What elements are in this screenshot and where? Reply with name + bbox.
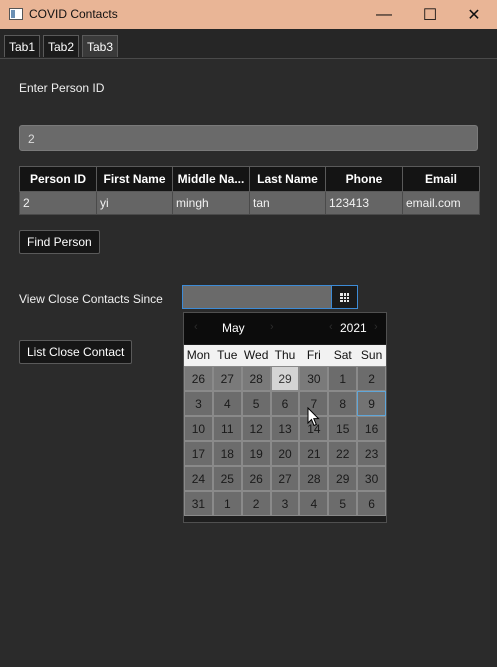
next-month-icon[interactable]: › [270, 321, 274, 333]
day-cell[interactable]: 25 [212, 466, 242, 491]
person-table: Person ID First Name Middle Na... Last N… [19, 166, 480, 215]
minimize-button[interactable]: — [361, 0, 407, 29]
day-cell[interactable]: 4 [212, 391, 242, 416]
day-cell[interactable]: 19 [241, 441, 271, 466]
day-cell[interactable]: 5 [328, 491, 358, 516]
day-cell[interactable]: 8 [328, 391, 358, 416]
day-cell[interactable]: 20 [270, 441, 300, 466]
weekday-fri: Fri [306, 348, 321, 362]
since-date-label: View Close Contacts Since [19, 292, 163, 306]
day-cell[interactable]: 16 [357, 416, 387, 441]
day-cell-selected[interactable]: 9 [357, 391, 387, 416]
day-cell[interactable]: 30 [299, 366, 329, 391]
day-cell[interactable]: 11 [212, 416, 242, 441]
day-cell[interactable]: 13 [270, 416, 300, 441]
weekday-thu: Thu [274, 348, 296, 362]
day-cell[interactable]: 3 [270, 491, 300, 516]
day-cell[interactable]: 4 [299, 491, 329, 516]
cell-phone: 123413 [325, 191, 403, 215]
next-year-icon[interactable]: › [374, 321, 378, 333]
day-cell[interactable]: 22 [328, 441, 358, 466]
mouse-pointer-icon [307, 407, 320, 427]
day-cell[interactable]: 1 [212, 491, 242, 516]
calendar-week: 10 11 12 13 14 15 16 [184, 416, 387, 441]
column-header-phone[interactable]: Phone [325, 166, 403, 192]
calendar-week: 31 1 2 3 4 5 6 [184, 491, 387, 516]
day-cell[interactable]: 5 [241, 391, 271, 416]
cell-person-id: 2 [19, 191, 97, 215]
tab-2[interactable]: Tab2 [43, 35, 80, 57]
day-cell[interactable]: 1 [328, 366, 358, 391]
day-cell[interactable]: 6 [357, 491, 387, 516]
day-cell[interactable]: 28 [241, 366, 271, 391]
column-header-first-name[interactable]: First Name [96, 166, 173, 192]
column-header-person-id[interactable]: Person ID [19, 166, 97, 192]
cell-first-name: yi [96, 191, 173, 215]
calendar-week: 17 18 19 20 21 22 23 [184, 441, 387, 466]
find-person-button[interactable]: Find Person [19, 230, 100, 254]
column-header-email[interactable]: Email [402, 166, 480, 192]
day-cell[interactable]: 23 [357, 441, 387, 466]
maximize-button[interactable]: ☐ [407, 0, 453, 29]
calendar-week: 26 27 28 29 30 1 2 [184, 366, 387, 391]
year-label: 2021 [340, 321, 367, 335]
weekday-sat: Sat [333, 348, 352, 362]
calendar-header: ‹ May › ‹ 2021 › [184, 313, 386, 344]
list-close-contact-button[interactable]: List Close Contact [19, 340, 133, 364]
person-id-input[interactable]: 2 [19, 125, 478, 151]
day-cell[interactable]: 27 [212, 366, 242, 391]
day-cell[interactable]: 2 [357, 366, 387, 391]
day-cell[interactable]: 24 [184, 466, 213, 491]
month-label: May [222, 321, 245, 335]
day-cell[interactable]: 3 [184, 391, 213, 416]
weekday-sun: Sun [360, 348, 383, 362]
day-cell[interactable]: 6 [270, 391, 300, 416]
day-cell[interactable]: 26 [184, 366, 213, 391]
weekday-mon: Mon [186, 348, 211, 362]
tab-3[interactable]: Tab3 [82, 35, 119, 57]
table-row[interactable]: 2 yi mingh tan 123413 email.com [19, 191, 480, 215]
day-cell[interactable]: 18 [212, 441, 242, 466]
weekday-header: Mon Tue Wed Thu Fri Sat Sun [184, 345, 386, 366]
day-cell[interactable]: 2 [241, 491, 271, 516]
day-cell[interactable]: 21 [299, 441, 329, 466]
day-cell[interactable]: 30 [357, 466, 387, 491]
calendar-icon [340, 292, 349, 302]
day-cell[interactable]: 26 [241, 466, 271, 491]
cell-middle-name: mingh [172, 191, 250, 215]
day-cell-today[interactable]: 29 [270, 366, 300, 391]
calendar-week: 3 4 5 6 7 8 9 [184, 391, 387, 416]
day-cell[interactable]: 15 [328, 416, 358, 441]
day-grid: 26 27 28 29 30 1 2 3 4 5 6 7 8 9 10 11 1… [184, 366, 387, 516]
previous-month-icon[interactable]: ‹ [194, 321, 198, 333]
since-date-input[interactable] [182, 285, 331, 309]
day-cell[interactable]: 28 [299, 466, 329, 491]
day-cell[interactable]: 12 [241, 416, 271, 441]
calendar-week: 24 25 26 27 28 29 30 [184, 466, 387, 491]
title-bar: COVID Contacts — ☐ ✕ [0, 0, 497, 29]
column-header-last-name[interactable]: Last Name [249, 166, 326, 192]
close-button[interactable]: ✕ [451, 0, 497, 29]
day-cell[interactable]: 31 [184, 491, 213, 516]
column-header-middle-name[interactable]: Middle Na... [172, 166, 250, 192]
tab-1[interactable]: Tab1 [4, 35, 41, 57]
table-header-row: Person ID First Name Middle Na... Last N… [19, 166, 480, 192]
window-icon [9, 8, 23, 20]
cell-last-name: tan [249, 191, 326, 215]
open-calendar-button[interactable] [331, 285, 358, 309]
day-cell[interactable]: 29 [328, 466, 358, 491]
tab-bar: Tab1 Tab2 Tab3 [0, 29, 497, 59]
day-cell[interactable]: 10 [184, 416, 213, 441]
cell-email: email.com [402, 191, 480, 215]
weekday-tue: Tue [217, 348, 238, 362]
day-cell[interactable]: 17 [184, 441, 213, 466]
person-id-label: Enter Person ID [19, 81, 105, 95]
date-picker-popup: ‹ May › ‹ 2021 › Mon Tue Wed Thu Fri Sat… [183, 312, 387, 523]
previous-year-icon[interactable]: ‹ [329, 321, 333, 333]
day-cell[interactable]: 27 [270, 466, 300, 491]
window-title: COVID Contacts [29, 7, 118, 21]
weekday-wed: Wed [243, 348, 269, 362]
